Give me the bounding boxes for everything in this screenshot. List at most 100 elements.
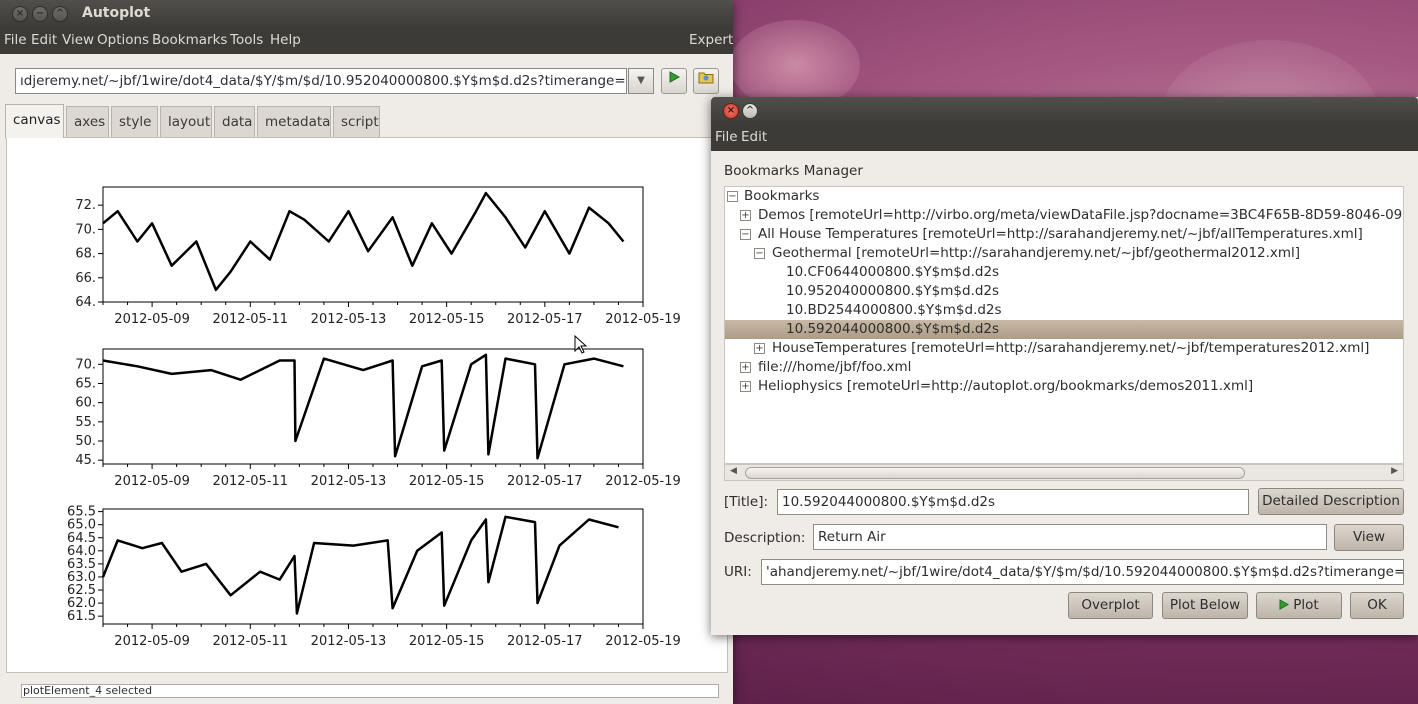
tree-item[interactable]: 10.952040000800.$Y$m$d.d2s xyxy=(725,282,1403,301)
menu-file[interactable]: File xyxy=(4,32,27,48)
bookmarks-menubar: File Edit xyxy=(711,125,1418,151)
tab-canvas[interactable]: canvas xyxy=(5,104,64,138)
y-tick-label: 64. xyxy=(75,295,96,310)
expand-icon[interactable]: + xyxy=(740,381,751,392)
bookmarks-titlebar: × ^ xyxy=(711,97,1418,125)
y-tick-label: 45. xyxy=(75,453,96,468)
play-button[interactable] xyxy=(661,68,687,94)
plot-canvas[interactable]: 2012-05-09 2012-05-11 2012-05-13 2012-05-15… xyxy=(6,137,728,673)
x-tick-label: 2012-05-17 xyxy=(507,474,583,489)
description-field[interactable]: Return Air xyxy=(813,524,1327,550)
bm-menu-edit[interactable]: Edit xyxy=(741,129,767,145)
y-tick-label: 55. xyxy=(75,415,96,430)
tree-item-label: 10.592044000800.$Y$m$d.d2s xyxy=(786,321,1000,337)
plot-button-label: Plot xyxy=(1293,597,1319,613)
scroll-left-icon[interactable]: ◀ xyxy=(730,466,737,476)
tree-item[interactable]: 10.BD2544000800.$Y$m$d.d2s xyxy=(725,301,1403,320)
maximize-icon[interactable]: ^ xyxy=(52,6,68,22)
series-line xyxy=(101,515,619,615)
close-icon[interactable]: × xyxy=(723,103,739,119)
menu-edit[interactable]: Edit xyxy=(31,32,57,48)
window-title: Autoplot xyxy=(82,5,151,21)
collapse-icon[interactable]: − xyxy=(740,229,751,240)
y-tick-label: 70. xyxy=(75,222,96,237)
plot-below-button[interactable]: Plot Below xyxy=(1162,592,1248,619)
tree-item-label: Demos [remoteUrl=http://virbo.org/meta/v… xyxy=(758,207,1404,223)
x-tick-label: 2012-05-17 xyxy=(507,634,583,649)
tree-horizontal-scrollbar[interactable]: ◀ ▶ xyxy=(724,464,1404,481)
menu-options[interactable]: Options xyxy=(97,32,149,48)
scroll-right-icon[interactable]: ▶ xyxy=(1391,466,1398,476)
tree-item[interactable]: + Demos [remoteUrl=http://virbo.org/meta… xyxy=(725,206,1403,225)
close-icon[interactable]: × xyxy=(12,6,28,22)
menu-tools[interactable]: Tools xyxy=(230,32,263,48)
play-icon xyxy=(1279,599,1290,610)
tree-item-label: 10.BD2544000800.$Y$m$d.d2s xyxy=(786,302,1002,318)
y-tick-label: 60. xyxy=(75,396,96,411)
expand-icon[interactable]: + xyxy=(754,343,765,354)
menu-expert[interactable]: Expert xyxy=(689,32,733,48)
series-line xyxy=(102,353,624,460)
bm-menu-file[interactable]: File xyxy=(715,129,738,145)
x-tick-label: 2012-05-15 xyxy=(409,634,485,649)
y-tick-label: 68. xyxy=(75,247,96,262)
tab-data[interactable]: data xyxy=(214,106,255,137)
y-tick-label: 72. xyxy=(75,198,96,213)
maximize-icon[interactable]: ^ xyxy=(742,103,758,119)
view-button[interactable]: View xyxy=(1334,524,1404,551)
tree-item-label: 10.952040000800.$Y$m$d.d2s xyxy=(786,283,1000,299)
y-tick-label: 66. xyxy=(75,271,96,286)
title-field[interactable]: 10.592044000800.$Y$m$d.d2s xyxy=(777,489,1249,515)
tree-item[interactable]: − Geothermal [remoteUrl=http://sarahandj… xyxy=(725,244,1403,263)
expand-icon[interactable]: + xyxy=(740,210,751,221)
plot-frame xyxy=(102,508,644,625)
scrollbar-thumb[interactable] xyxy=(745,467,1245,479)
tab-script[interactable]: script xyxy=(333,106,380,137)
menu-view[interactable]: View xyxy=(62,32,94,48)
tree-item-label: All House Temperatures [remoteUrl=http:/… xyxy=(758,226,1363,242)
tree-item[interactable]: + file:///home/jbf/foo.xml xyxy=(725,358,1403,377)
menu-help[interactable]: Help xyxy=(270,32,301,48)
ok-button[interactable]: OK xyxy=(1350,592,1404,619)
plots-svg[interactable]: 2012-05-09 2012-05-11 2012-05-13 2012-05-15… xyxy=(7,138,727,672)
x-tick-label: 2012-05-19 xyxy=(605,634,681,649)
detailed-description-button[interactable]: Detailed Description xyxy=(1258,488,1404,515)
description-label: Description: xyxy=(724,530,806,546)
mouse-cursor-icon xyxy=(574,335,588,354)
tree-item-label: Bookmarks xyxy=(744,188,820,204)
chevron-down-icon[interactable]: ▼ xyxy=(628,68,654,94)
tree-item[interactable]: − Bookmarks xyxy=(725,187,1403,206)
tree-item-selected[interactable]: 10.592044000800.$Y$m$d.d2s xyxy=(725,320,1403,339)
tab-style[interactable]: style xyxy=(111,106,158,137)
uri-field[interactable]: 'ahandjeremy.net/~jbf/1wire/dot4_data/$Y… xyxy=(761,559,1404,585)
overplot-button[interactable]: Overplot xyxy=(1068,592,1153,619)
plot-button[interactable]: Plot xyxy=(1256,592,1342,619)
uri-input[interactable]: ıdjeremy.net/~jbf/1wire/dot4_data/$Y/$m/… xyxy=(15,68,627,94)
tree-item[interactable]: + Heliophysics [remoteUrl=http://autoplo… xyxy=(725,377,1403,396)
open-folder-button[interactable] xyxy=(693,68,719,94)
x-tick-label: 2012-05-11 xyxy=(212,312,288,327)
expand-icon[interactable]: + xyxy=(740,362,751,373)
collapse-icon[interactable]: − xyxy=(754,248,765,259)
x-tick-label: 2012-05-19 xyxy=(605,474,681,489)
y-tick-label: 61.5 xyxy=(67,609,96,624)
collapse-icon[interactable]: − xyxy=(727,191,738,202)
menu-bookmarks[interactable]: Bookmarks xyxy=(152,32,227,48)
tree-item-label: HouseTemperatures [remoteUrl=http://sara… xyxy=(772,340,1370,356)
x-tick-label: 2012-05-11 xyxy=(212,474,288,489)
x-tick-label: 2012-05-09 xyxy=(114,312,190,327)
tab-metadata[interactable]: metadata xyxy=(257,106,331,137)
minimize-icon[interactable]: − xyxy=(32,6,48,22)
x-tick-label: 2012-05-19 xyxy=(605,312,681,327)
tree-item[interactable]: 10.CF0644000800.$Y$m$d.d2s xyxy=(725,263,1403,282)
bookmarks-manager-window: × ^ File Edit Bookmarks Manager − Bookma… xyxy=(711,97,1418,635)
title-label: [Title]: xyxy=(724,494,769,510)
tab-axes[interactable]: axes xyxy=(66,106,109,137)
tree-item[interactable]: − All House Temperatures [remoteUrl=http… xyxy=(725,225,1403,244)
x-tick-label: 2012-05-09 xyxy=(114,634,190,649)
play-icon xyxy=(669,71,681,83)
tree-item-label: Heliophysics [remoteUrl=http://autoplot.… xyxy=(758,378,1254,394)
bookmarks-tree[interactable]: − Bookmarks + Demos [remoteUrl=http://vi… xyxy=(724,186,1404,464)
tab-layout[interactable]: layout xyxy=(160,106,212,137)
tree-item[interactable]: + HouseTemperatures [remoteUrl=http://sa… xyxy=(725,339,1403,358)
